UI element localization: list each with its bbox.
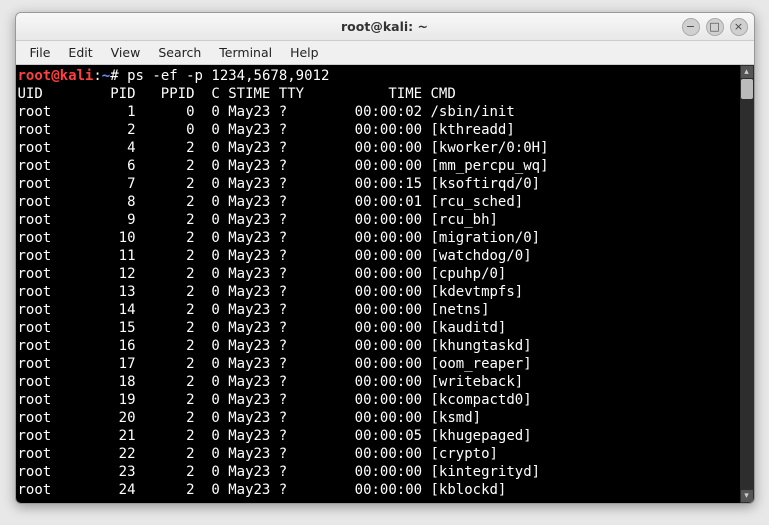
menu-view[interactable]: View: [103, 42, 149, 63]
ps-row: root 7 2 0 May23 ? 00:00:15 [ksoftirqd/0…: [18, 176, 541, 192]
ps-row: root 6 2 0 May23 ? 00:00:00 [mm_percpu_w…: [18, 158, 549, 174]
ps-row: root 2 0 0 May23 ? 00:00:00 [kthreadd]: [18, 122, 515, 138]
ps-row: root 10 2 0 May23 ? 00:00:00 [migration/…: [18, 230, 541, 246]
ps-row: root 22 2 0 May23 ? 00:00:00 [crypto]: [18, 446, 498, 462]
menubar: File Edit View Search Terminal Help: [16, 41, 754, 65]
ps-row: root 19 2 0 May23 ? 00:00:00 [kcompactd0…: [18, 392, 532, 408]
ps-row: root 9 2 0 May23 ? 00:00:00 [rcu_bh]: [18, 212, 498, 228]
ps-row: root 1 0 0 May23 ? 00:00:02 /sbin/init: [18, 104, 515, 120]
close-button[interactable]: ×: [730, 18, 748, 36]
window-buttons: − □ ×: [682, 18, 748, 36]
prompt-user-host: root@kali: [18, 68, 94, 84]
window-title: root@kali: ~: [341, 19, 428, 34]
ps-row: root 18 2 0 May23 ? 00:00:00 [writeback]: [18, 374, 524, 390]
ps-row: root 23 2 0 May23 ? 00:00:00 [kintegrity…: [18, 464, 541, 480]
menu-search[interactable]: Search: [150, 42, 209, 63]
ps-row: root 14 2 0 May23 ? 00:00:00 [netns]: [18, 302, 490, 318]
ps-row: root 21 2 0 May23 ? 00:00:05 [khugepaged…: [18, 428, 532, 444]
ps-header: UID PID PPID C STIME TTY TIME CMD: [18, 86, 456, 102]
menu-file[interactable]: File: [22, 42, 59, 63]
ps-row: root 20 2 0 May23 ? 00:00:00 [ksmd]: [18, 410, 482, 426]
maximize-button[interactable]: □: [706, 18, 724, 36]
menu-help[interactable]: Help: [282, 42, 327, 63]
terminal-window: root@kali: ~ − □ × File Edit View Search…: [15, 12, 755, 504]
ps-row: root 15 2 0 May23 ? 00:00:00 [kauditd]: [18, 320, 507, 336]
scroll-down-icon[interactable]: ▾: [741, 490, 753, 502]
prompt-colon: :: [93, 68, 101, 84]
scrollbar[interactable]: ▴ ▾: [740, 65, 754, 503]
menu-edit[interactable]: Edit: [60, 42, 100, 63]
titlebar: root@kali: ~ − □ ×: [16, 13, 754, 41]
prompt-symbol: #: [110, 68, 118, 84]
ps-row: root 16 2 0 May23 ? 00:00:00 [khungtaskd…: [18, 338, 532, 354]
terminal-area: root@kali:~# ps -ef -p 1234,5678,9012 UI…: [16, 65, 754, 503]
scroll-thumb[interactable]: [741, 79, 753, 99]
menu-terminal[interactable]: Terminal: [211, 42, 280, 63]
ps-row: root 12 2 0 May23 ? 00:00:00 [cpuhp/0]: [18, 266, 507, 282]
terminal-output[interactable]: root@kali:~# ps -ef -p 1234,5678,9012 UI…: [16, 65, 740, 503]
ps-row: root 17 2 0 May23 ? 00:00:00 [oom_reaper…: [18, 356, 532, 372]
command-line: ps -ef -p 1234,5678,9012: [119, 68, 330, 84]
scroll-up-icon[interactable]: ▴: [741, 66, 753, 78]
ps-row: root 4 2 0 May23 ? 00:00:00 [kworker/0:0…: [18, 140, 549, 156]
ps-row: root 8 2 0 May23 ? 00:00:01 [rcu_sched]: [18, 194, 524, 210]
ps-row: root 11 2 0 May23 ? 00:00:00 [watchdog/0…: [18, 248, 532, 264]
minimize-button[interactable]: −: [682, 18, 700, 36]
prompt-path: ~: [102, 68, 110, 84]
ps-row: root 24 2 0 May23 ? 00:00:00 [kblockd]: [18, 482, 507, 498]
ps-row: root 13 2 0 May23 ? 00:00:00 [kdevtmpfs]: [18, 284, 524, 300]
